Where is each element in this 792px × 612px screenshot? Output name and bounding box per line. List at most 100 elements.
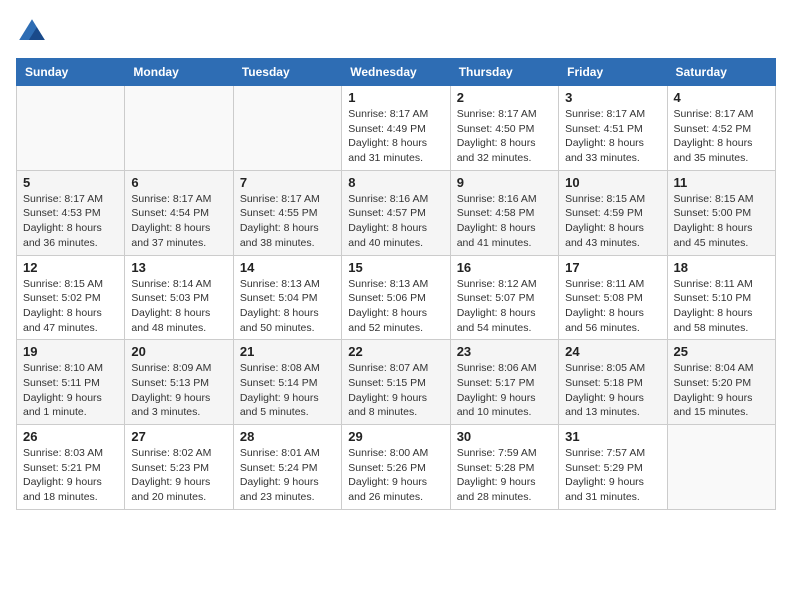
day-cell-26: 26 Sunrise: 8:03 AM Sunset: 5:21 PM Dayli…: [17, 425, 125, 510]
day-number: 22: [348, 344, 443, 359]
week-row-3: 12 Sunrise: 8:15 AM Sunset: 5:02 PM Dayli…: [17, 255, 776, 340]
col-header-thursday: Thursday: [450, 59, 558, 86]
day-cell-31: 31 Sunrise: 7:57 AM Sunset: 5:29 PM Dayli…: [559, 425, 667, 510]
day-detail: Sunrise: 8:16 AM Sunset: 4:58 PM Dayligh…: [457, 192, 552, 251]
day-cell-23: 23Sunrise: 8:06 AM Sunset: 5:17 PM Dayli…: [450, 340, 558, 425]
day-cell-15: 15 Sunrise: 8:13 AM Sunset: 5:06 PM Dayli…: [342, 255, 450, 340]
day-number: 21: [240, 344, 335, 359]
col-header-friday: Friday: [559, 59, 667, 86]
day-number: 18: [674, 260, 769, 275]
day-detail: Sunrise: 8:17 AM Sunset: 4:55 PM Dayligh…: [240, 192, 335, 251]
col-header-tuesday: Tuesday: [233, 59, 341, 86]
day-number: 6: [131, 175, 226, 190]
day-cell-25: 25 Sunrise: 8:04 AM Sunset: 5:20 PM Dayli…: [667, 340, 775, 425]
calendar-table: SundayMondayTuesdayWednesdayThursdayFrid…: [16, 58, 776, 510]
week-row-4: 19Sunrise: 8:10 AM Sunset: 5:11 PM Dayli…: [17, 340, 776, 425]
day-detail: Sunrise: 8:12 AM Sunset: 5:07 PM Dayligh…: [457, 277, 552, 336]
day-detail: Sunrise: 8:15 AM Sunset: 4:59 PM Dayligh…: [565, 192, 660, 251]
day-detail: Sunrise: 8:16 AM Sunset: 4:57 PM Dayligh…: [348, 192, 443, 251]
day-number: 16: [457, 260, 552, 275]
day-number: 12: [23, 260, 118, 275]
day-number: 29: [348, 429, 443, 444]
day-number: 4: [674, 90, 769, 105]
day-detail: Sunrise: 8:17 AM Sunset: 4:51 PM Dayligh…: [565, 107, 660, 166]
day-cell-14: 14Sunrise: 8:13 AM Sunset: 5:04 PM Dayli…: [233, 255, 341, 340]
day-cell-28: 28 Sunrise: 8:01 AM Sunset: 5:24 PM Dayli…: [233, 425, 341, 510]
day-cell-10: 10 Sunrise: 8:15 AM Sunset: 4:59 PM Dayli…: [559, 170, 667, 255]
week-row-2: 5 Sunrise: 8:17 AM Sunset: 4:53 PM Daylig…: [17, 170, 776, 255]
day-detail: Sunrise: 8:17 AM Sunset: 4:54 PM Dayligh…: [131, 192, 226, 251]
day-cell-22: 22 Sunrise: 8:07 AM Sunset: 5:15 PM Dayli…: [342, 340, 450, 425]
day-number: 28: [240, 429, 335, 444]
day-number: 17: [565, 260, 660, 275]
day-detail: Sunrise: 8:07 AM Sunset: 5:15 PM Dayligh…: [348, 361, 443, 420]
calendar-header-row: SundayMondayTuesdayWednesdayThursdayFrid…: [17, 59, 776, 86]
week-row-1: 1 Sunrise: 8:17 AM Sunset: 4:49 PM Daylig…: [17, 86, 776, 171]
day-cell-9: 9Sunrise: 8:16 AM Sunset: 4:58 PM Daylig…: [450, 170, 558, 255]
day-number: 19: [23, 344, 118, 359]
day-number: 7: [240, 175, 335, 190]
day-number: 26: [23, 429, 118, 444]
day-number: 27: [131, 429, 226, 444]
week-row-5: 26 Sunrise: 8:03 AM Sunset: 5:21 PM Dayli…: [17, 425, 776, 510]
page-header: [16, 16, 776, 48]
day-detail: Sunrise: 8:15 AM Sunset: 5:00 PM Dayligh…: [674, 192, 769, 251]
day-detail: Sunrise: 8:08 AM Sunset: 5:14 PM Dayligh…: [240, 361, 335, 420]
day-number: 2: [457, 90, 552, 105]
day-cell-12: 12 Sunrise: 8:15 AM Sunset: 5:02 PM Dayli…: [17, 255, 125, 340]
day-cell-29: 29 Sunrise: 8:00 AM Sunset: 5:26 PM Dayli…: [342, 425, 450, 510]
day-detail: Sunrise: 8:05 AM Sunset: 5:18 PM Dayligh…: [565, 361, 660, 420]
day-cell-5: 5 Sunrise: 8:17 AM Sunset: 4:53 PM Daylig…: [17, 170, 125, 255]
day-detail: Sunrise: 8:14 AM Sunset: 5:03 PM Dayligh…: [131, 277, 226, 336]
day-detail: Sunrise: 8:17 AM Sunset: 4:50 PM Dayligh…: [457, 107, 552, 166]
day-cell-7: 7 Sunrise: 8:17 AM Sunset: 4:55 PM Daylig…: [233, 170, 341, 255]
day-detail: Sunrise: 8:01 AM Sunset: 5:24 PM Dayligh…: [240, 446, 335, 505]
day-cell-21: 21 Sunrise: 8:08 AM Sunset: 5:14 PM Dayli…: [233, 340, 341, 425]
day-detail: Sunrise: 7:59 AM Sunset: 5:28 PM Dayligh…: [457, 446, 552, 505]
day-cell-20: 20 Sunrise: 8:09 AM Sunset: 5:13 PM Dayli…: [125, 340, 233, 425]
col-header-sunday: Sunday: [17, 59, 125, 86]
day-number: 5: [23, 175, 118, 190]
day-number: 1: [348, 90, 443, 105]
day-detail: Sunrise: 8:06 AM Sunset: 5:17 PM Dayligh…: [457, 361, 552, 420]
day-number: 15: [348, 260, 443, 275]
day-detail: Sunrise: 8:15 AM Sunset: 5:02 PM Dayligh…: [23, 277, 118, 336]
day-detail: Sunrise: 8:04 AM Sunset: 5:20 PM Dayligh…: [674, 361, 769, 420]
day-detail: Sunrise: 8:02 AM Sunset: 5:23 PM Dayligh…: [131, 446, 226, 505]
day-number: 25: [674, 344, 769, 359]
day-number: 24: [565, 344, 660, 359]
day-cell-18: 18 Sunrise: 8:11 AM Sunset: 5:10 PM Dayli…: [667, 255, 775, 340]
day-cell-2: 2 Sunrise: 8:17 AM Sunset: 4:50 PM Daylig…: [450, 86, 558, 171]
day-number: 31: [565, 429, 660, 444]
day-detail: Sunrise: 8:13 AM Sunset: 5:06 PM Dayligh…: [348, 277, 443, 336]
day-number: 30: [457, 429, 552, 444]
empty-cell: [233, 86, 341, 171]
day-cell-19: 19Sunrise: 8:10 AM Sunset: 5:11 PM Dayli…: [17, 340, 125, 425]
day-cell-6: 6 Sunrise: 8:17 AM Sunset: 4:54 PM Daylig…: [125, 170, 233, 255]
day-cell-1: 1 Sunrise: 8:17 AM Sunset: 4:49 PM Daylig…: [342, 86, 450, 171]
day-detail: Sunrise: 8:17 AM Sunset: 4:53 PM Dayligh…: [23, 192, 118, 251]
day-detail: Sunrise: 8:09 AM Sunset: 5:13 PM Dayligh…: [131, 361, 226, 420]
day-cell-17: 17Sunrise: 8:11 AM Sunset: 5:08 PM Dayli…: [559, 255, 667, 340]
day-cell-27: 27 Sunrise: 8:02 AM Sunset: 5:23 PM Dayli…: [125, 425, 233, 510]
empty-cell: [17, 86, 125, 171]
day-detail: Sunrise: 8:17 AM Sunset: 4:49 PM Dayligh…: [348, 107, 443, 166]
day-number: 8: [348, 175, 443, 190]
day-detail: Sunrise: 8:11 AM Sunset: 5:10 PM Dayligh…: [674, 277, 769, 336]
col-header-monday: Monday: [125, 59, 233, 86]
day-number: 3: [565, 90, 660, 105]
day-cell-11: 11 Sunrise: 8:15 AM Sunset: 5:00 PM Dayli…: [667, 170, 775, 255]
day-cell-4: 4 Sunrise: 8:17 AM Sunset: 4:52 PM Daylig…: [667, 86, 775, 171]
day-detail: Sunrise: 7:57 AM Sunset: 5:29 PM Dayligh…: [565, 446, 660, 505]
day-number: 20: [131, 344, 226, 359]
day-cell-16: 16 Sunrise: 8:12 AM Sunset: 5:07 PM Dayli…: [450, 255, 558, 340]
day-detail: Sunrise: 8:03 AM Sunset: 5:21 PM Dayligh…: [23, 446, 118, 505]
day-cell-3: 3 Sunrise: 8:17 AM Sunset: 4:51 PM Daylig…: [559, 86, 667, 171]
logo-icon: [16, 16, 48, 48]
day-detail: Sunrise: 8:17 AM Sunset: 4:52 PM Dayligh…: [674, 107, 769, 166]
day-number: 10: [565, 175, 660, 190]
day-detail: Sunrise: 8:00 AM Sunset: 5:26 PM Dayligh…: [348, 446, 443, 505]
day-number: 14: [240, 260, 335, 275]
col-header-wednesday: Wednesday: [342, 59, 450, 86]
day-number: 11: [674, 175, 769, 190]
